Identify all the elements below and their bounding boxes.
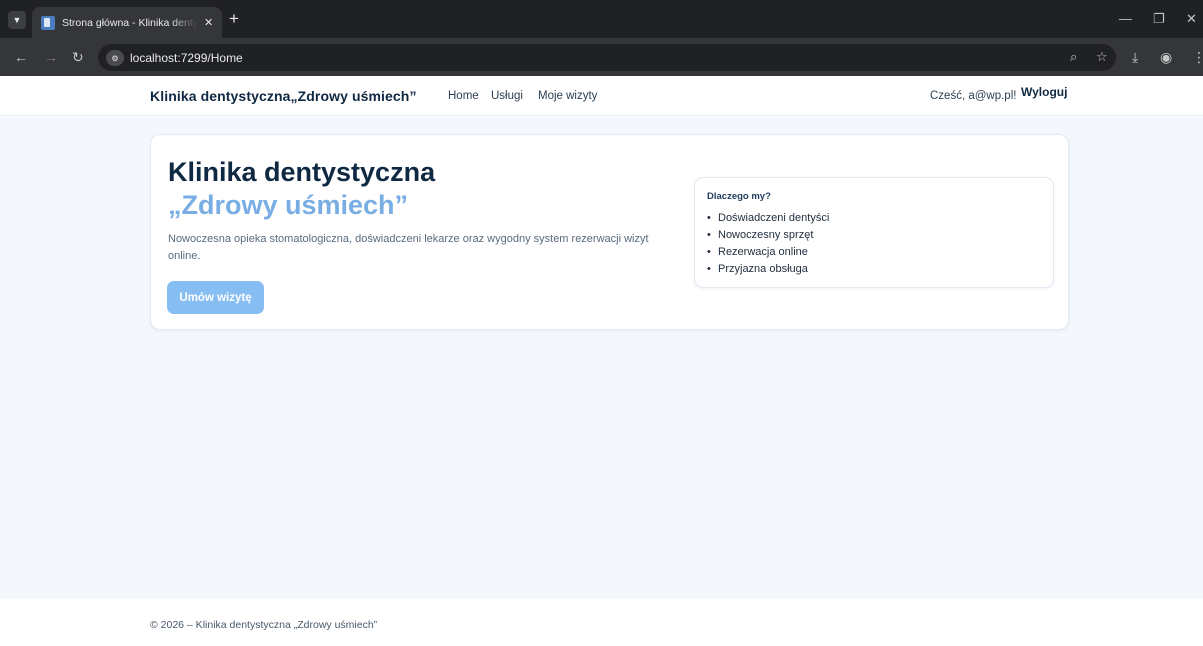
chevron-down-icon[interactable]: ▼ (8, 11, 26, 29)
page-favicon-icon (41, 15, 55, 30)
brand-link[interactable]: Klinika dentystyczna„Zdrowy uśmiech” (150, 88, 417, 104)
nav-link-services[interactable]: Usługi (491, 90, 523, 102)
site-navbar: Klinika dentystyczna„Zdrowy uśmiech” Hom… (0, 76, 1203, 116)
tune-icon[interactable]: ⚙ (106, 50, 124, 66)
browser-tab-bar: ▼ Strona główna - Klinika dentystyczna „… (0, 0, 1203, 38)
list-item: Nowoczesny sprzęt (707, 227, 829, 244)
list-item: Doświadczeni dentyści (707, 210, 829, 227)
download-icon[interactable]: ⤓ (1132, 48, 1138, 66)
reload-icon[interactable]: ↻ (72, 48, 84, 66)
book-visit-button[interactable]: Umów wizytę (167, 281, 264, 314)
restore-icon[interactable]: ❐ (1153, 11, 1165, 27)
plus-icon[interactable]: + (229, 9, 239, 29)
main-content: Klinika dentystyczna „Zdrowy uśmiech” No… (0, 117, 1203, 597)
why-us-title: Dlaczego my? (707, 191, 771, 202)
arrow-left-icon[interactable]: ← (14, 48, 28, 66)
nav-link-home[interactable]: Home (448, 90, 479, 102)
why-us-list: Doświadczeni dentyści Nowoczesny sprzęt … (707, 210, 829, 278)
more-vertical-icon[interactable]: ⋮ (1192, 48, 1203, 66)
user-greeting: Cześć, a@wp.pl! (930, 90, 1017, 102)
star-icon[interactable]: ☆ (1096, 49, 1108, 65)
url-text[interactable]: localhost:7299/Home (130, 50, 243, 66)
site-footer: © 2026 – Klinika dentystyczna „Zdrowy uś… (0, 597, 1203, 646)
list-item: Rezerwacja online (707, 244, 829, 261)
logout-button[interactable]: Wyloguj (1021, 85, 1067, 99)
hero-subtitle: „Zdrowy uśmiech” (168, 190, 409, 220)
tab-title: Strona główna - Klinika dentystyczna „Zd… (62, 16, 198, 29)
close-icon[interactable]: ✕ (204, 16, 213, 29)
arrow-right-icon[interactable]: → (44, 48, 58, 66)
profile-icon[interactable]: ◉ (1160, 48, 1172, 66)
hero-description: Nowoczesna opieka stomatologiczna, doświ… (168, 233, 649, 262)
list-item: Przyjazna obsługa (707, 261, 829, 278)
hero-card: Klinika dentystyczna „Zdrowy uśmiech” No… (150, 134, 1069, 330)
hero-title: Klinika dentystyczna (168, 157, 436, 187)
address-bar[interactable] (98, 44, 1116, 71)
zoom-icon[interactable]: ⌕ (1070, 49, 1077, 65)
browser-tab[interactable]: Strona główna - Klinika dentystyczna „Zd… (32, 7, 222, 38)
nav-link-my-visits[interactable]: Moje wizyty (538, 90, 597, 102)
why-us-box: Dlaczego my? Doświadczeni dentyści Nowoc… (694, 177, 1054, 288)
minimize-icon[interactable]: — (1119, 11, 1132, 27)
footer-copyright: © 2026 – Klinika dentystyczna „Zdrowy uś… (150, 619, 378, 631)
window-close-icon[interactable]: ✕ (1186, 11, 1197, 27)
